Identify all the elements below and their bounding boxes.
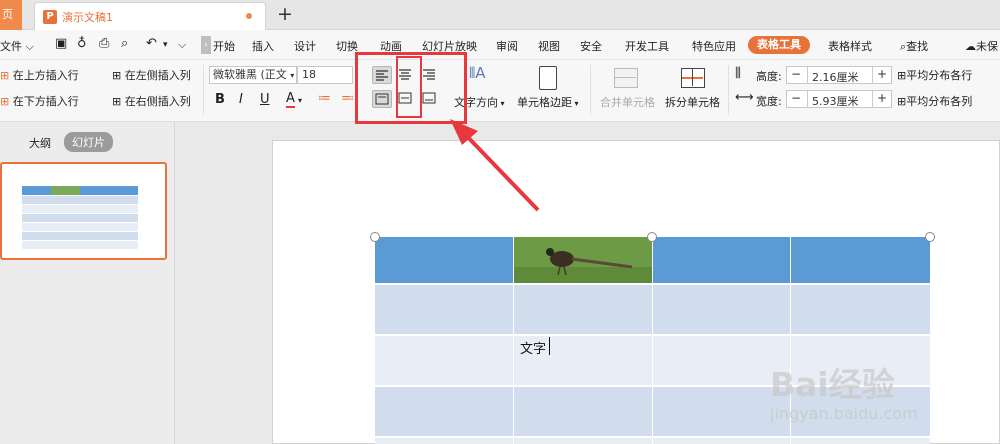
menu-item-developer[interactable]: 开发工具 — [625, 38, 669, 54]
merge-cells-icon — [614, 68, 638, 88]
underline-button[interactable]: U — [260, 92, 270, 107]
distribute-rows-button[interactable]: ⊞平均分布各行 — [897, 67, 972, 83]
height-value[interactable]: 2.16厘米 — [812, 69, 859, 85]
decrease-icon[interactable]: − — [791, 91, 801, 105]
height-icon: ⫼ — [735, 66, 741, 81]
save-icon[interactable]: ▣ — [55, 36, 67, 51]
insert-above-button[interactable]: ⊞ 在上方插入行 — [0, 67, 79, 83]
menu-file[interactable]: 文件 ⌵ — [0, 38, 34, 54]
menu-bar: 文件 ⌵ ▣ ♁ ⎙ ⌕ ↶ ▾ ⌵ ‹ 开始 插入 设计 切换 动画 幻灯片放… — [0, 30, 1000, 60]
tab-slides[interactable]: 幻灯片 — [64, 132, 113, 152]
menu-item-security[interactable]: 安全 — [580, 38, 602, 54]
tab-bar: 页 P 演示文稿1 + — [0, 0, 1000, 30]
insert-left-button[interactable]: ⊞ 在左侧插入列 — [112, 67, 191, 83]
presentation-icon: P — [43, 10, 57, 24]
resize-handle[interactable] — [925, 232, 935, 242]
cell-margin-icon — [539, 66, 557, 90]
menu-item-table-style[interactable]: 表格样式 — [828, 38, 872, 54]
menu-item-table-tools[interactable]: 表格工具 — [748, 36, 810, 54]
tab-outline[interactable]: 大纲 — [29, 135, 51, 151]
distribute-rows-icon: ⊞ — [897, 69, 907, 82]
cloud-button[interactable]: ☁未保 — [965, 38, 998, 54]
slides-panel: 大纲 幻灯片 — [0, 122, 175, 444]
height-label: 高度: — [756, 70, 782, 83]
more-icon[interactable]: ⌵ — [178, 38, 186, 52]
split-cells-icon — [681, 68, 705, 88]
increase-icon[interactable]: + — [877, 91, 887, 105]
watermark-url: jingyan.baidu.com — [770, 404, 918, 423]
decrease-icon[interactable]: − — [791, 67, 801, 81]
document-tab[interactable]: P 演示文稿1 — [34, 2, 266, 30]
pheasant-image[interactable] — [514, 237, 652, 283]
width-stepper[interactable]: − 5.93厘米 + — [786, 90, 892, 108]
split-cells-button[interactable]: 拆分单元格 — [665, 94, 720, 110]
preview-icon[interactable]: ⌕ — [121, 36, 128, 51]
cell-margin-button[interactable]: 单元格边距 ▾ — [517, 94, 579, 110]
text-direction-icon: ⫴A — [469, 64, 486, 82]
resize-handle[interactable] — [647, 232, 657, 242]
home-tab-label: 页 — [2, 8, 13, 21]
document-title: 演示文稿1 — [62, 11, 113, 24]
font-size-select[interactable]: 18 — [297, 66, 353, 84]
width-label: 宽度: — [756, 95, 782, 108]
menu-item-features[interactable]: 特色应用 — [692, 38, 736, 54]
width-icon: ⟷ — [735, 90, 754, 105]
menu-item-home[interactable]: 开始 — [213, 38, 235, 54]
font-color-dropdown-icon[interactable]: ▾ — [298, 96, 302, 105]
table-cell-text[interactable]: 文字 — [520, 338, 546, 357]
insert-right-button[interactable]: ⊞ 在右侧插入列 — [112, 93, 191, 109]
divider — [203, 65, 204, 115]
text-cursor — [549, 337, 550, 355]
insert-row-above-icon: ⊞ — [0, 69, 10, 82]
new-tab-button[interactable]: + — [277, 3, 293, 25]
menu-item-view[interactable]: 视图 — [538, 38, 560, 54]
distribute-cols-icon: ⊞ — [897, 95, 907, 108]
height-stepper[interactable]: − 2.16厘米 + — [786, 66, 892, 84]
format-painter-icon[interactable]: ♁ — [77, 36, 87, 51]
font-name-select[interactable]: 微软雅黑 (正文 ▾ — [209, 66, 297, 84]
insert-below-button[interactable]: ⊞ 在下方插入行 — [0, 93, 79, 109]
menu-item-review[interactable]: 审阅 — [496, 38, 518, 54]
cloud-icon: ☁ — [965, 40, 976, 53]
divider — [590, 65, 591, 115]
merge-cells-button[interactable]: 合并单元格 — [600, 94, 655, 110]
resize-handle[interactable] — [370, 232, 380, 242]
paragraph-spacing-icon[interactable]: ≕ — [341, 91, 354, 106]
font-color-button[interactable]: A — [286, 92, 295, 108]
chevron-down-icon: ▾ — [290, 71, 295, 80]
watermark-logo: Bai经验 — [770, 365, 895, 404]
home-tab[interactable]: 页 — [0, 0, 22, 30]
search-button[interactable]: ⌕查找 — [900, 38, 928, 54]
annotation-arrow-icon — [450, 119, 540, 212]
insert-col-left-icon: ⊞ — [112, 69, 122, 82]
distribute-cols-button[interactable]: ⊞平均分布各列 — [897, 93, 972, 109]
menu-item-insert[interactable]: 插入 — [252, 38, 274, 54]
unsaved-dot-icon — [246, 13, 252, 19]
bird-image-icon — [514, 237, 652, 283]
menu-item-design[interactable]: 设计 — [294, 38, 316, 54]
divider — [728, 65, 729, 115]
italic-button[interactable]: I — [239, 92, 243, 107]
line-spacing-icon[interactable]: ≔ — [318, 91, 331, 106]
increase-icon[interactable]: + — [877, 67, 887, 81]
width-value[interactable]: 5.93厘米 — [812, 93, 859, 109]
print-icon[interactable]: ⎙ — [99, 36, 109, 51]
insert-row-below-icon: ⊞ — [0, 95, 10, 108]
bold-button[interactable]: B — [215, 92, 225, 107]
ribbon: ⊞ 在上方插入行 ⊞ 在下方插入行 ⊞ 在左侧插入列 ⊞ 在右侧插入列 微软雅黑… — [0, 60, 1000, 122]
slide-thumbnail[interactable] — [0, 162, 167, 260]
scroll-left-icon[interactable]: ‹ — [201, 36, 211, 54]
thumbnail-table — [22, 186, 138, 252]
insert-col-right-icon: ⊞ — [112, 95, 122, 108]
undo-dropdown-icon[interactable]: ▾ — [163, 40, 168, 50]
undo-icon[interactable]: ↶ — [146, 36, 157, 51]
annotation-highlight — [396, 56, 422, 118]
